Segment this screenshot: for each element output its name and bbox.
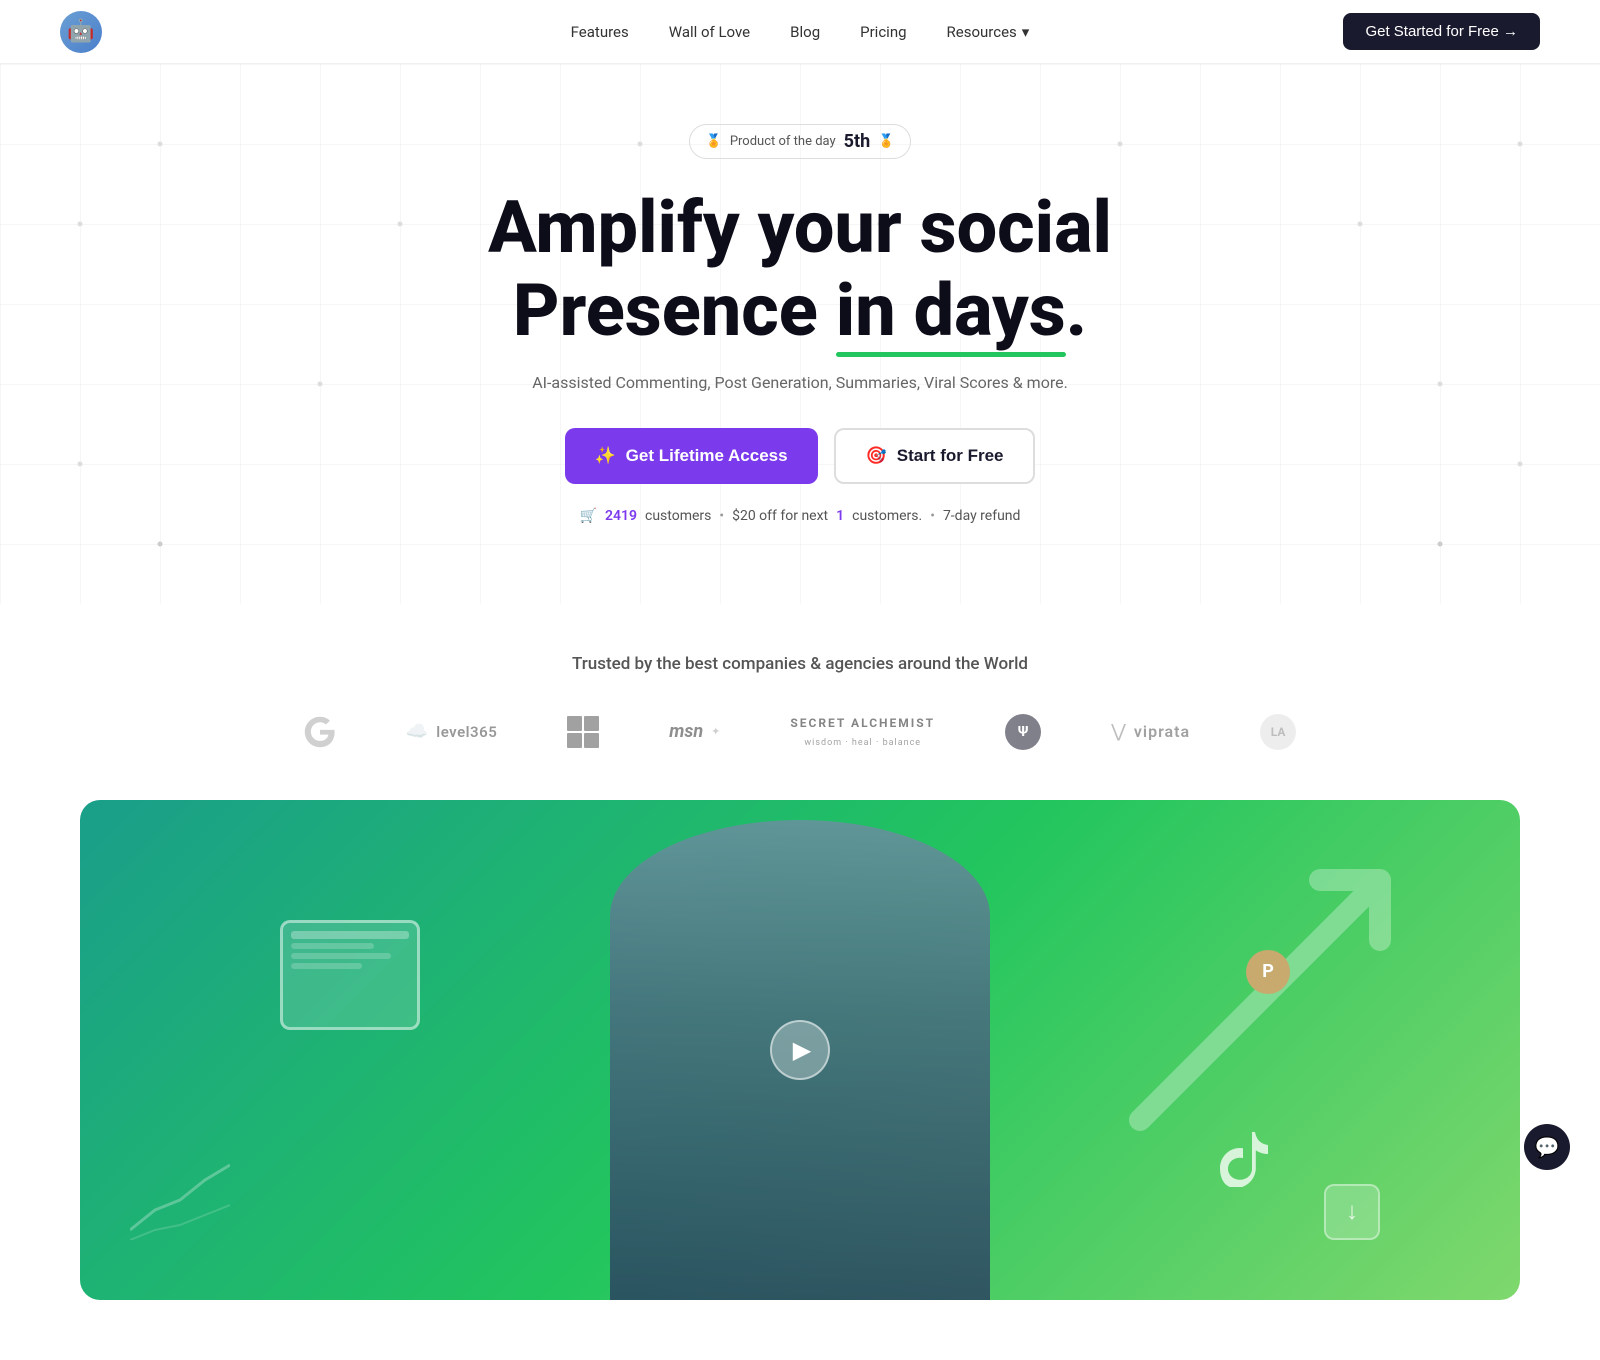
offer-count: 1 xyxy=(836,508,844,524)
play-icon: ▶ xyxy=(793,1036,811,1064)
customers-label: customers xyxy=(645,508,711,524)
badge-laurel-right: 🏅 xyxy=(878,134,894,149)
p-badge: P xyxy=(1246,950,1290,994)
logos-row: ☁️ level365 msn ✦ SECRET ALCHEMIST wisdo… xyxy=(60,714,1540,750)
play-button[interactable]: ▶ xyxy=(770,1020,830,1080)
badge-laurel-left: 🏅 xyxy=(706,134,722,149)
hero-section: 🏅 Product of the day 5th 🏅 Amplify your … xyxy=(0,64,1600,604)
customers-count: 2419 xyxy=(605,508,637,524)
logo-icon: 🤖 xyxy=(60,11,102,53)
badge-number: 5th xyxy=(844,131,871,152)
dropdown-chevron-icon: ▾ xyxy=(1022,23,1030,41)
product-badge: 🏅 Product of the day 5th 🏅 xyxy=(689,124,912,159)
logo-windows xyxy=(567,716,599,748)
navbar: 🤖 Features Wall of Love Blog Pricing Res… xyxy=(0,0,1600,64)
video-wrapper: P ↓ ▶ xyxy=(80,800,1520,1300)
video-section: P ↓ ▶ xyxy=(0,800,1600,1360)
underline-text: in days xyxy=(836,270,1066,353)
offer-suffix: customers. xyxy=(852,508,922,524)
start-for-free-button[interactable]: 🎯 Start for Free xyxy=(834,428,1036,484)
download-icon: ↓ xyxy=(1324,1184,1380,1240)
tiktok-icon xyxy=(1220,1132,1270,1200)
lifetime-icon: ✨ xyxy=(595,446,616,466)
free-icon: 🎯 xyxy=(866,446,887,466)
get-lifetime-access-button[interactable]: ✨ Get Lifetime Access xyxy=(565,428,818,484)
nav-wall-of-love[interactable]: Wall of Love xyxy=(669,23,750,41)
nav-features[interactable]: Features xyxy=(571,23,629,41)
chat-bubble-button[interactable]: 💬 xyxy=(1524,1124,1570,1170)
logo-wm: Ψ xyxy=(1005,714,1041,750)
hero-title: Amplify your social Presence in days. xyxy=(60,187,1540,353)
nav-blog[interactable]: Blog xyxy=(790,23,820,41)
nav-cta-button[interactable]: Get Started for Free → xyxy=(1343,13,1540,50)
logo-msn: msn ✦ xyxy=(669,721,720,742)
cart-icon: 🛒 xyxy=(580,508,597,524)
logo-secret-alchemist: SECRET ALCHEMIST wisdom · heal · balance xyxy=(790,716,935,748)
nav-links: Features Wall of Love Blog Pricing Resou… xyxy=(571,23,1030,41)
logo-la: LA xyxy=(1260,714,1296,750)
hero-subtitle: AI-assisted Commenting, Post Generation,… xyxy=(60,373,1540,392)
trusted-section: Trusted by the best companies & agencies… xyxy=(0,604,1600,800)
chat-icon: 💬 xyxy=(1535,1135,1560,1159)
nav-pricing[interactable]: Pricing xyxy=(860,23,906,41)
logo[interactable]: 🤖 xyxy=(60,11,102,53)
logo-level365: ☁️ level365 xyxy=(406,721,497,742)
badge-label: Product of the day xyxy=(730,134,836,149)
screen-graphic xyxy=(280,920,420,1030)
offer-text: $20 off for next xyxy=(732,508,828,524)
refund-text: 7-day refund xyxy=(943,508,1021,524)
social-proof: 🛒 2419 customers • $20 off for next 1 cu… xyxy=(60,508,1540,524)
nav-resources[interactable]: Resources ▾ xyxy=(947,23,1030,41)
trusted-title: Trusted by the best companies & agencies… xyxy=(60,654,1540,674)
logo-google xyxy=(304,716,336,748)
logo-viprata: ⋁ viprata xyxy=(1111,721,1190,742)
hero-buttons: ✨ Get Lifetime Access 🎯 Start for Free xyxy=(60,428,1540,484)
